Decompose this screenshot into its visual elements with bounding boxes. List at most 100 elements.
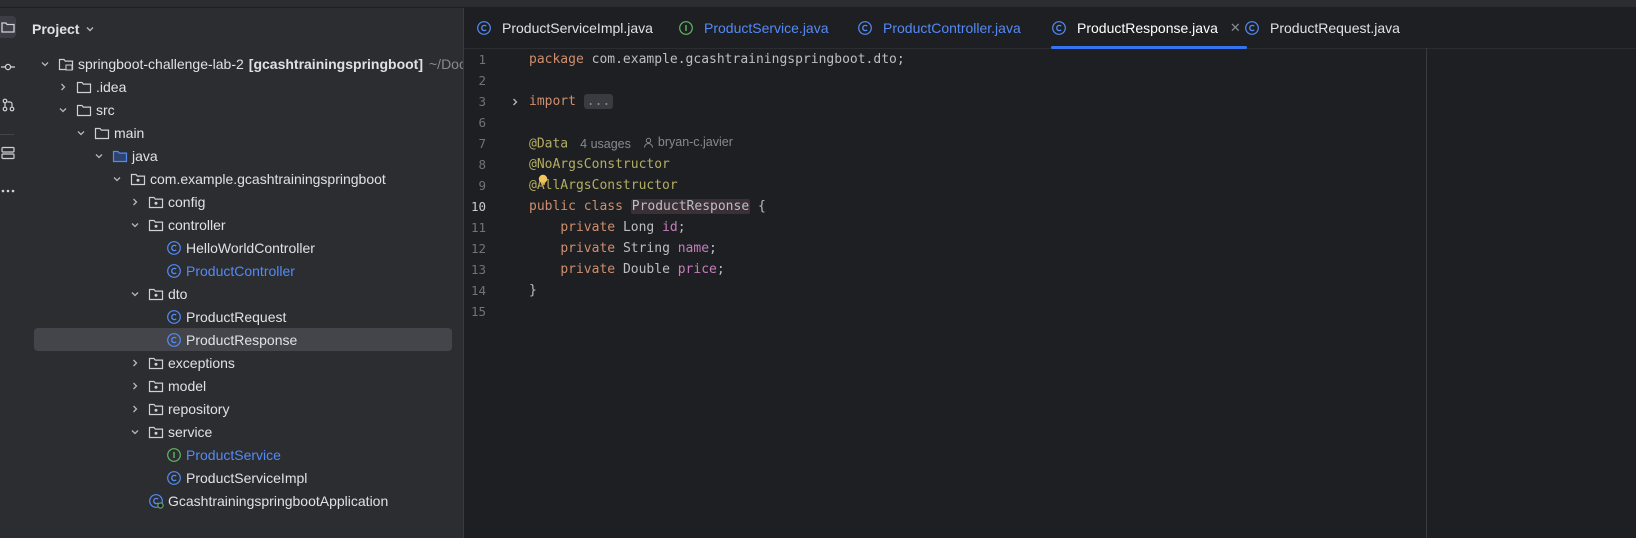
tree-item-label: ProductRequest — [186, 308, 287, 325]
tree-item-label: com.example.gcashtrainingspringboot — [150, 170, 386, 187]
tree-item[interactable]: ProductResponse — [34, 328, 452, 351]
project-view-selector[interactable]: Project — [32, 20, 95, 38]
tree-item[interactable]: exceptions — [34, 351, 452, 374]
code-token: private — [560, 220, 623, 235]
line-number: 14 — [470, 283, 486, 298]
usages-inlay-hint[interactable]: 4 usages — [580, 137, 631, 151]
chevron-right-icon[interactable] — [56, 80, 70, 94]
class-icon — [166, 470, 182, 486]
code-line: 2 — [464, 70, 1426, 91]
code-token: Double — [622, 262, 678, 277]
code-token[interactable]: ... — [583, 94, 614, 109]
editor-tab-label: ProductResponse.java — [1077, 20, 1218, 36]
tree-item-label: service — [168, 423, 213, 440]
code-text: public class ProductResponse { — [529, 199, 766, 214]
project-tool-window: Project springboot-challenge-lab-2 [gcash… — [22, 8, 464, 538]
tree-item[interactable]: main — [34, 121, 452, 144]
tree-item[interactable]: config — [34, 190, 452, 213]
line-number: 1 — [478, 52, 486, 67]
editor-area: ProductServiceImpl.java ProductService.ja… — [464, 8, 1636, 538]
tree-item[interactable]: ProductRequest — [34, 305, 452, 328]
chevron-right-icon[interactable] — [128, 195, 142, 209]
chevron-down-icon[interactable] — [56, 103, 70, 117]
code-token: import — [529, 94, 584, 109]
interface-icon — [166, 447, 182, 463]
code-line: 12 private String name; — [464, 238, 1426, 259]
code-token: com.example.gcashtrainingspringboot.dto; — [591, 52, 905, 67]
chevron-down-icon[interactable] — [38, 57, 52, 71]
fold-chevron-icon[interactable] — [510, 97, 520, 107]
author-name: bryan-c.javier — [657, 135, 733, 150]
tree-item[interactable]: HelloWorldController — [34, 236, 452, 259]
activity-separator — [0, 134, 14, 135]
structure-icon[interactable] — [0, 142, 16, 164]
tree-item[interactable]: repository — [34, 397, 452, 420]
chevron-down-icon[interactable] — [128, 218, 142, 232]
tree-item[interactable]: GcashtrainingspringbootApplication — [34, 489, 452, 512]
tree-item[interactable]: springboot-challenge-lab-2 [gcashtraining… — [34, 52, 463, 75]
chevron-down-icon[interactable] — [92, 149, 106, 163]
tree-item[interactable]: service — [34, 420, 452, 443]
tree-item[interactable]: src — [34, 98, 452, 121]
code-token: package — [529, 52, 592, 67]
chevron-down-icon[interactable] — [128, 287, 142, 301]
code-line: 1 package com.example.gcashtrainingspring… — [464, 49, 1426, 70]
person-icon — [643, 137, 653, 148]
activity-bar — [0, 8, 22, 538]
code-token: private — [560, 262, 623, 277]
code-token: name — [677, 241, 710, 256]
tree-item[interactable]: model — [34, 374, 452, 397]
tree-item-label: ProductServiceImpl — [186, 469, 308, 486]
chevron-right-icon[interactable] — [128, 379, 142, 393]
editor-tab[interactable]: ProductRequest.java — [1244, 8, 1400, 48]
package-icon — [148, 378, 164, 394]
tree-item-label: dto — [168, 285, 188, 302]
package-icon — [148, 401, 164, 417]
editor-tab[interactable]: ProductServiceImpl.java — [476, 8, 653, 48]
tree-item[interactable]: com.example.gcashtrainingspringboot — [34, 167, 452, 190]
tree-item[interactable]: ProductService — [34, 443, 452, 466]
pull-requests-icon[interactable] — [0, 94, 16, 116]
tree-item-label: GcashtrainingspringbootApplication — [168, 492, 389, 509]
chevron-down-icon[interactable] — [74, 126, 88, 140]
code-text: private String name; — [529, 241, 717, 256]
tree-item[interactable]: ProductServiceImpl — [34, 466, 452, 489]
lightbulb-icon[interactable] — [537, 174, 549, 186]
code-token: id — [662, 220, 678, 235]
code-line: 8 @NoArgsConstructor — [464, 154, 1426, 175]
chevron-right-icon[interactable] — [128, 402, 142, 416]
code-token: String — [622, 241, 678, 256]
line-number: 12 — [470, 241, 486, 256]
code-token: public class — [529, 199, 631, 214]
folder-icon — [76, 79, 92, 95]
more-tools-icon[interactable] — [0, 180, 16, 202]
author-inlay-hint[interactable]: bryan-c.javier — [643, 135, 733, 149]
chevron-right-icon[interactable] — [128, 356, 142, 370]
close-tab-icon[interactable]: ✕ — [1230, 20, 1241, 36]
folder-icon — [94, 125, 110, 141]
chevron-down-icon[interactable] — [110, 172, 124, 186]
editor-tab[interactable]: ProductResponse.java ✕ — [1051, 8, 1247, 49]
module-folder-icon — [58, 56, 74, 72]
right-margin-guide — [1426, 48, 1427, 538]
class-icon — [1051, 20, 1067, 36]
tree-item[interactable]: dto — [34, 282, 452, 305]
tree-item[interactable]: .idea — [34, 75, 452, 98]
tree-item[interactable]: controller — [34, 213, 452, 236]
chevron-down-icon[interactable] — [128, 425, 142, 439]
line-number: 2 — [478, 73, 486, 88]
commit-icon[interactable] — [0, 56, 16, 78]
project-tool-icon[interactable] — [0, 16, 16, 38]
editor-tab[interactable]: ProductController.java — [857, 8, 1021, 48]
editor-tab[interactable]: ProductService.java — [678, 8, 829, 48]
line-number: 11 — [470, 220, 486, 235]
code-line: 7 @Data 4 usages bryan-c.javier — [464, 133, 1426, 154]
tree-item-label: ProductController — [186, 262, 295, 279]
code-editor[interactable]: 1 package com.example.gcashtrainingspring… — [464, 48, 1636, 538]
line-number: 8 — [478, 157, 486, 172]
class-icon — [857, 20, 873, 36]
tree-item[interactable]: ProductController — [34, 259, 452, 282]
editor-tab-label: ProductController.java — [883, 20, 1021, 36]
tree-item[interactable]: java — [34, 144, 452, 167]
package-icon — [148, 217, 164, 233]
